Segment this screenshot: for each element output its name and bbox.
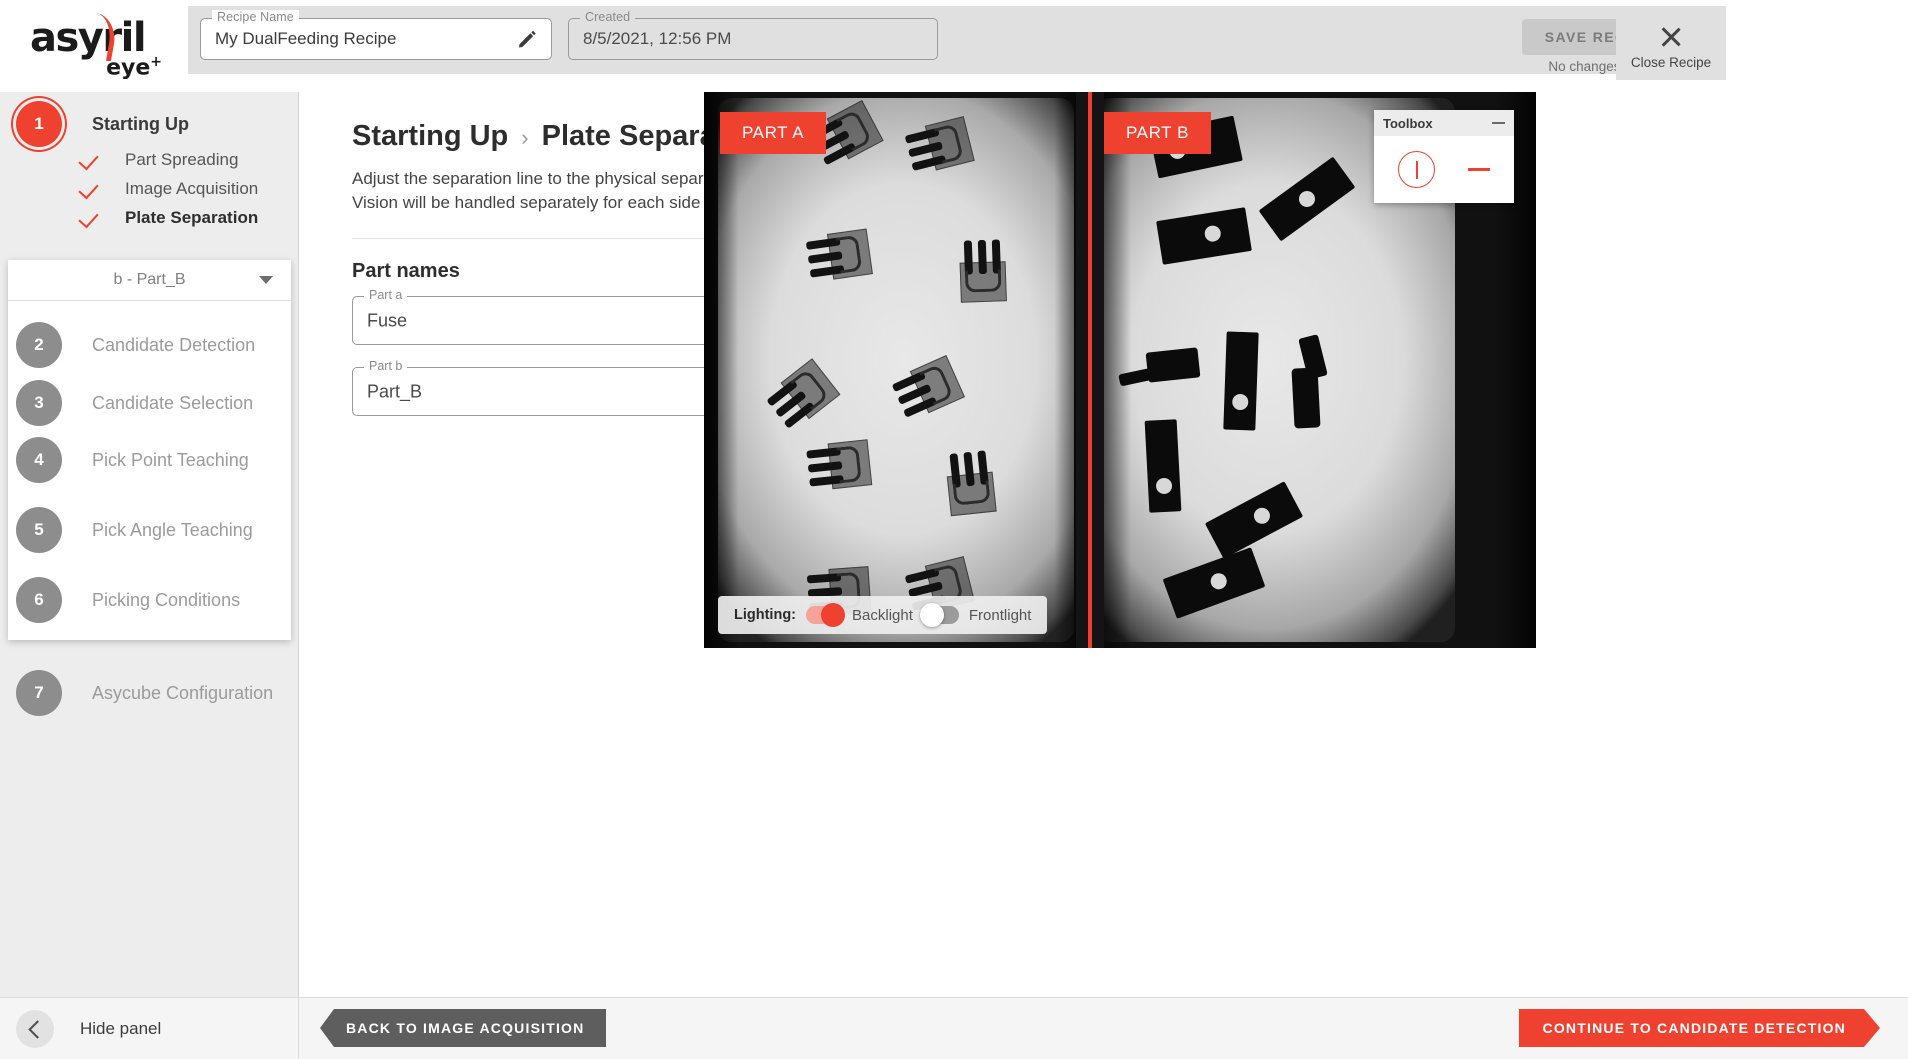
sidebar-step-pick-angle-teaching[interactable]: 5 Pick Angle Teaching [16,507,253,553]
sidebar-step-candidate-detection[interactable]: 2 Candidate Detection [16,322,255,368]
toolbox-title: Toolbox [1383,115,1433,131]
sidebar-substep-plate-separation[interactable]: Plate Separation [80,207,258,229]
application-window: asyril eye+ Recipe Name My DualFeeding R… [0,0,1908,1059]
step-number-badge: 2 [16,322,62,368]
sidebar-substep-image-acquisition[interactable]: Image Acquisition [80,178,258,200]
minimize-icon[interactable] [1492,121,1505,125]
step-number-badge: 7 [16,670,62,716]
hide-panel-button[interactable]: Hide panel [0,998,299,1059]
bottom-bar: Hide panel BACK TO IMAGE ACQUISITION CON… [0,997,1908,1059]
frontlight-label: Frontlight [968,606,1032,624]
part-a-field[interactable]: Part a Fuse [352,288,738,345]
sidebar-step-picking-conditions[interactable]: 6 Picking Conditions [16,577,240,623]
step-label: Pick Point Teaching [92,449,249,470]
step-number-badge: 3 [16,380,62,426]
separation-gap-right [1092,92,1104,648]
part-b-field[interactable]: Part b Part_B [352,359,738,416]
plate-image-viewer[interactable]: PART A PART B Lighting: Backlight Frontl… [704,92,1536,648]
substep-label: Image Acquisition [125,179,259,198]
close-recipe-label: Close Recipe [1630,54,1712,70]
part-a-value: Fuse [367,310,408,330]
chevron-down-icon [259,276,273,284]
hide-panel-label: Hide panel [80,1019,162,1038]
toolbox-tools [1374,136,1514,203]
logo-eye-text: eye+ [106,53,162,80]
close-icon [1657,23,1685,51]
part-selector-dropdown[interactable]: b - Part_B [8,260,291,301]
separation-gap-left [1076,92,1088,648]
part-a-label: Part a [364,288,408,302]
part-b-value: Part_B [367,381,423,401]
frontlight-toggle[interactable] [919,603,959,627]
toolbox-panel: Toolbox [1374,110,1514,203]
step-number-badge: 5 [16,507,62,553]
created-value: 8/5/2021, 12:56 PM [583,29,732,48]
close-recipe-button[interactable]: Close Recipe [1616,12,1726,80]
main-content: Starting Up › Plate Separation Adjust th… [300,92,1908,997]
toolbox-header: Toolbox [1374,110,1514,136]
lighting-control-bar: Lighting: Backlight Frontlight [718,596,1048,634]
wizard-sidebar: 1 Starting Up Part Spreading Image Acqui… [0,92,299,997]
created-field: Created 8/5/2021, 12:56 PM [568,10,938,60]
step-label: Picking Conditions [92,589,241,610]
recipe-fields-bar: Recipe Name My DualFeeding Recipe Create… [188,6,1726,80]
step-number-badge: 1 [16,101,62,147]
breadcrumb-separator-icon: › [521,125,529,150]
separation-line[interactable] [1088,92,1092,648]
edit-pencil-icon[interactable] [517,29,537,49]
top-bar: asyril eye+ Recipe Name My DualFeeding R… [0,0,1908,92]
step-label: Starting Up [92,113,189,134]
lighting-label: Lighting: [734,607,797,623]
substep-label: Plate Separation [125,208,259,227]
recipe-name-field[interactable]: Recipe Name My DualFeeding Recipe [200,10,552,60]
chevron-left-icon [16,1010,54,1048]
part-b-label: Part b [364,359,408,373]
step-label: Asycube Configuration [92,682,274,703]
substep-label: Part Spreading [125,150,239,169]
horizontal-line-tool-icon[interactable] [1467,167,1490,172]
step-number-badge: 4 [16,437,62,483]
recipe-name-label: Recipe Name [212,10,299,24]
recipe-name-value: My DualFeeding Recipe [215,29,397,48]
step-label: Candidate Selection [92,392,254,413]
step-label: Pick Angle Teaching [92,519,253,540]
sidebar-step-starting-up[interactable]: 1 Starting Up [16,101,189,147]
back-to-image-acquisition-button[interactable]: BACK TO IMAGE ACQUISITION [320,1009,607,1047]
part-selector-value: b - Part_B [113,271,186,288]
sidebar-step-candidate-selection[interactable]: 3 Candidate Selection [16,380,253,426]
part-names-title: Part names [352,260,460,282]
sidebar-substep-part-spreading[interactable]: Part Spreading [80,149,238,171]
step-label: Candidate Detection [92,334,256,355]
backlight-label: Backlight [852,606,913,624]
sidebar-step-asycube-configuration[interactable]: 7 Asycube Configuration [16,670,273,716]
app-logo: asyril eye+ [0,0,188,92]
part-b-badge: PART B [1104,112,1212,154]
part-dropdown-panel: b - Part_B 2 Candidate Detection 3 Candi… [8,260,291,640]
check-icon [80,207,102,229]
breadcrumb-parent[interactable]: Starting Up [352,120,508,153]
created-label: Created [580,10,636,24]
check-icon [80,149,102,171]
pane-part-a [704,92,1089,648]
vertical-line-tool-icon[interactable] [1398,151,1436,188]
pane-a-vignette [704,92,1089,648]
backlight-toggle[interactable] [806,603,846,627]
check-icon [80,178,102,200]
step-number-badge: 6 [16,577,62,623]
continue-to-candidate-detection-button[interactable]: CONTINUE TO CANDIDATE DETECTION [1519,1009,1880,1047]
sidebar-step-pick-point-teaching[interactable]: 4 Pick Point Teaching [16,437,249,483]
part-a-badge: PART A [720,112,827,154]
